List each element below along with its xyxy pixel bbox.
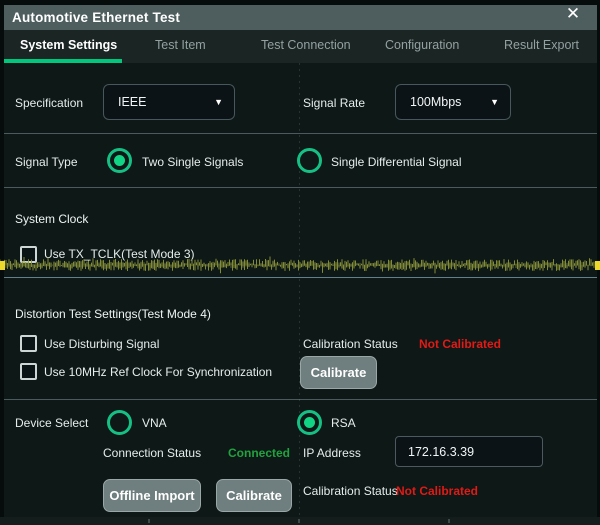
- radio-rsa[interactable]: [297, 410, 322, 435]
- radio-vna-label[interactable]: VNA: [142, 416, 167, 430]
- use-disturbing-signal-label[interactable]: Use Disturbing Signal: [44, 337, 159, 351]
- device-select-label: Device Select: [15, 416, 88, 430]
- waveform-right-marker: [595, 261, 600, 270]
- tab-test-connection[interactable]: Test Connection: [261, 38, 351, 52]
- radio-two-single-signals-label[interactable]: Two Single Signals: [142, 155, 243, 169]
- radio-dot: [304, 417, 315, 428]
- waveform-left-marker: [0, 261, 5, 270]
- waveform-trace: [0, 255, 600, 277]
- specification-label: Specification: [15, 96, 83, 110]
- device-calibrate-button[interactable]: Calibrate: [216, 479, 292, 512]
- radio-vna[interactable]: [107, 410, 132, 435]
- connection-status-label: Connection Status: [103, 446, 201, 460]
- signal-rate-dropdown[interactable]: 100Mbps ▼: [395, 84, 511, 120]
- close-icon[interactable]: ✕: [560, 3, 586, 25]
- separator: [4, 133, 597, 134]
- graticule-center-line: [299, 63, 300, 517]
- distortion-calibration-status-label: Calibration Status: [303, 337, 398, 351]
- distortion-calibrate-button[interactable]: Calibrate: [300, 356, 377, 389]
- tab-test-item[interactable]: Test Item: [155, 38, 206, 52]
- tab-system-settings[interactable]: System Settings: [20, 38, 117, 52]
- graticule-tick: [298, 519, 300, 523]
- radio-two-single-signals[interactable]: [107, 148, 132, 173]
- dialog-title: Automotive Ethernet Test: [12, 10, 180, 25]
- graticule-tick: [148, 519, 150, 523]
- radio-single-differential-signal-label[interactable]: Single Differential Signal: [331, 155, 462, 169]
- tab-configuration[interactable]: Configuration: [385, 38, 459, 52]
- tab-result-export[interactable]: Result Export: [504, 38, 579, 52]
- specification-dropdown[interactable]: IEEE ▼: [103, 84, 235, 120]
- offline-import-button[interactable]: Offline Import: [103, 479, 201, 512]
- separator: [4, 277, 597, 278]
- system-clock-label: System Clock: [15, 212, 88, 226]
- automotive-ethernet-test-dialog: Automotive Ethernet Test ✕ System Settin…: [0, 0, 600, 525]
- ip-address-input[interactable]: [395, 436, 543, 467]
- specification-value: IEEE: [118, 85, 147, 119]
- use-disturbing-signal-checkbox[interactable]: [20, 335, 37, 352]
- graticule-tick: [448, 519, 450, 523]
- chevron-down-icon: ▼: [490, 85, 499, 119]
- chevron-down-icon: ▼: [214, 85, 223, 119]
- signal-rate-label: Signal Rate: [303, 96, 365, 110]
- distortion-settings-label: Distortion Test Settings(Test Mode 4): [15, 307, 211, 321]
- ip-address-label: IP Address: [303, 446, 361, 460]
- signal-rate-value: 100Mbps: [410, 85, 461, 119]
- scope-background-strip: [0, 517, 600, 525]
- separator: [4, 399, 597, 400]
- connection-status-value: Connected: [228, 446, 290, 460]
- radio-rsa-label[interactable]: RSA: [331, 416, 356, 430]
- use-10mhz-ref-clock-label[interactable]: Use 10MHz Ref Clock For Synchronization: [44, 365, 272, 379]
- device-calibration-status-label: Calibration Status: [303, 484, 398, 498]
- radio-single-differential-signal[interactable]: [297, 148, 322, 173]
- use-10mhz-ref-clock-checkbox[interactable]: [20, 363, 37, 380]
- radio-dot: [114, 155, 125, 166]
- signal-type-label: Signal Type: [15, 155, 78, 169]
- distortion-calibration-status-value: Not Calibrated: [419, 337, 501, 351]
- device-calibration-status-value: Not Calibrated: [396, 484, 478, 498]
- separator: [4, 187, 597, 188]
